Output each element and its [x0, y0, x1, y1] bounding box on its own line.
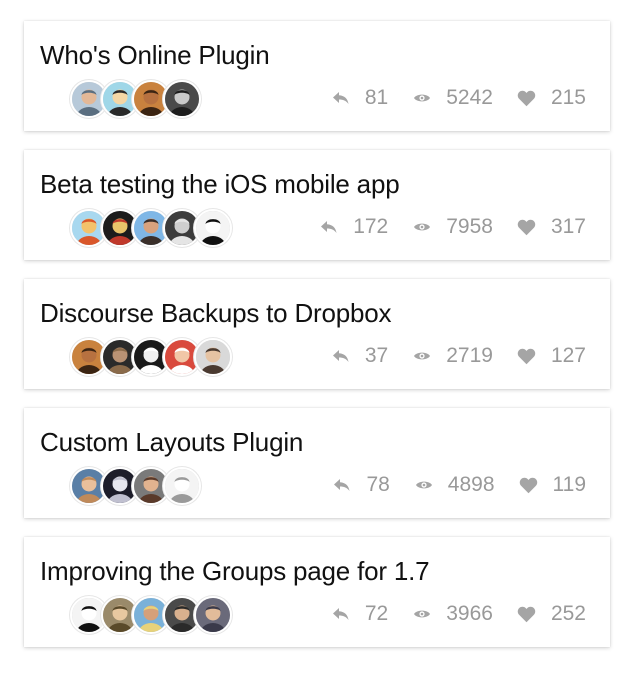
replies-stat[interactable]: 81	[331, 86, 388, 110]
likes-stat[interactable]: 119	[519, 473, 586, 497]
topic-stats: 78 4898 119	[332, 468, 586, 502]
heart-icon	[517, 604, 537, 624]
avatar[interactable]	[163, 80, 201, 118]
avatar-image	[165, 82, 199, 116]
replies-count: 37	[364, 344, 389, 367]
reply-icon	[331, 88, 351, 108]
reply-icon	[332, 475, 352, 495]
likes-count: 119	[552, 473, 586, 496]
heart-icon	[519, 475, 539, 495]
reply-icon	[331, 604, 351, 624]
avatar[interactable]	[194, 338, 232, 376]
heart-icon	[517, 346, 537, 366]
views-count: 2719	[446, 344, 493, 367]
topic-stats: 72 3966 252	[331, 597, 586, 631]
heart-icon	[517, 88, 537, 108]
topic-title[interactable]: Beta testing the iOS mobile app	[40, 168, 400, 200]
replies-count: 78	[366, 473, 390, 496]
topic-stats: 81 5242 215	[331, 81, 586, 115]
eye-icon	[412, 346, 432, 366]
topic-card[interactable]: Discourse Backups to Dropbox 37 2719 127	[24, 279, 610, 389]
topic-title[interactable]: Who's Online Plugin	[40, 39, 270, 71]
replies-stat[interactable]: 37	[331, 344, 388, 368]
likes-stat[interactable]: 127	[517, 344, 586, 368]
topic-title[interactable]: Improving the Groups page for 1.7	[40, 555, 430, 587]
eye-icon	[412, 88, 432, 108]
topic-title[interactable]: Custom Layouts Plugin	[40, 426, 303, 458]
views-stat[interactable]: 7958	[412, 215, 493, 239]
eye-icon	[414, 475, 434, 495]
likes-count: 127	[550, 344, 586, 367]
likes-stat[interactable]: 252	[517, 602, 586, 626]
reply-icon	[331, 346, 351, 366]
participant-avatars	[70, 467, 201, 505]
avatar-image	[165, 469, 199, 503]
topic-card[interactable]: Improving the Groups page for 1.7 72 396…	[24, 537, 610, 647]
avatar[interactable]	[163, 467, 201, 505]
avatar-image	[196, 598, 230, 632]
replies-stat[interactable]: 78	[332, 473, 390, 497]
reply-icon	[319, 217, 339, 237]
topic-card[interactable]: Beta testing the iOS mobile app 172 7958…	[24, 150, 610, 260]
views-count: 3966	[446, 602, 493, 625]
views-stat[interactable]: 4898	[414, 473, 495, 497]
replies-stat[interactable]: 172	[319, 215, 388, 239]
likes-count: 215	[550, 86, 586, 109]
topic-title[interactable]: Discourse Backups to Dropbox	[40, 297, 392, 329]
eye-icon	[412, 604, 432, 624]
likes-stat[interactable]: 215	[517, 86, 586, 110]
views-count: 7958	[446, 215, 493, 238]
participant-avatars	[70, 209, 232, 247]
views-count: 5242	[446, 86, 493, 109]
eye-icon	[412, 217, 432, 237]
likes-stat[interactable]: 317	[517, 215, 586, 239]
replies-count: 72	[364, 602, 389, 625]
participant-avatars	[70, 338, 232, 376]
avatar-image	[196, 211, 230, 245]
views-stat[interactable]: 3966	[412, 602, 493, 626]
replies-stat[interactable]: 72	[331, 602, 388, 626]
topic-card[interactable]: Who's Online Plugin 81 5242 215	[24, 21, 610, 131]
participant-avatars	[70, 80, 201, 118]
replies-count: 172	[353, 215, 389, 238]
participant-avatars	[70, 596, 232, 634]
views-count: 4898	[447, 473, 495, 496]
avatar[interactable]	[194, 596, 232, 634]
heart-icon	[517, 217, 537, 237]
avatar-image	[196, 340, 230, 374]
topic-stats: 172 7958 317	[319, 210, 586, 244]
avatar[interactable]	[194, 209, 232, 247]
views-stat[interactable]: 2719	[412, 344, 493, 368]
replies-count: 81	[364, 86, 389, 109]
likes-count: 317	[550, 215, 586, 238]
topic-card[interactable]: Custom Layouts Plugin 78 4898 119	[24, 408, 610, 518]
topic-stats: 37 2719 127	[331, 339, 586, 373]
views-stat[interactable]: 5242	[412, 86, 493, 110]
likes-count: 252	[550, 602, 586, 625]
